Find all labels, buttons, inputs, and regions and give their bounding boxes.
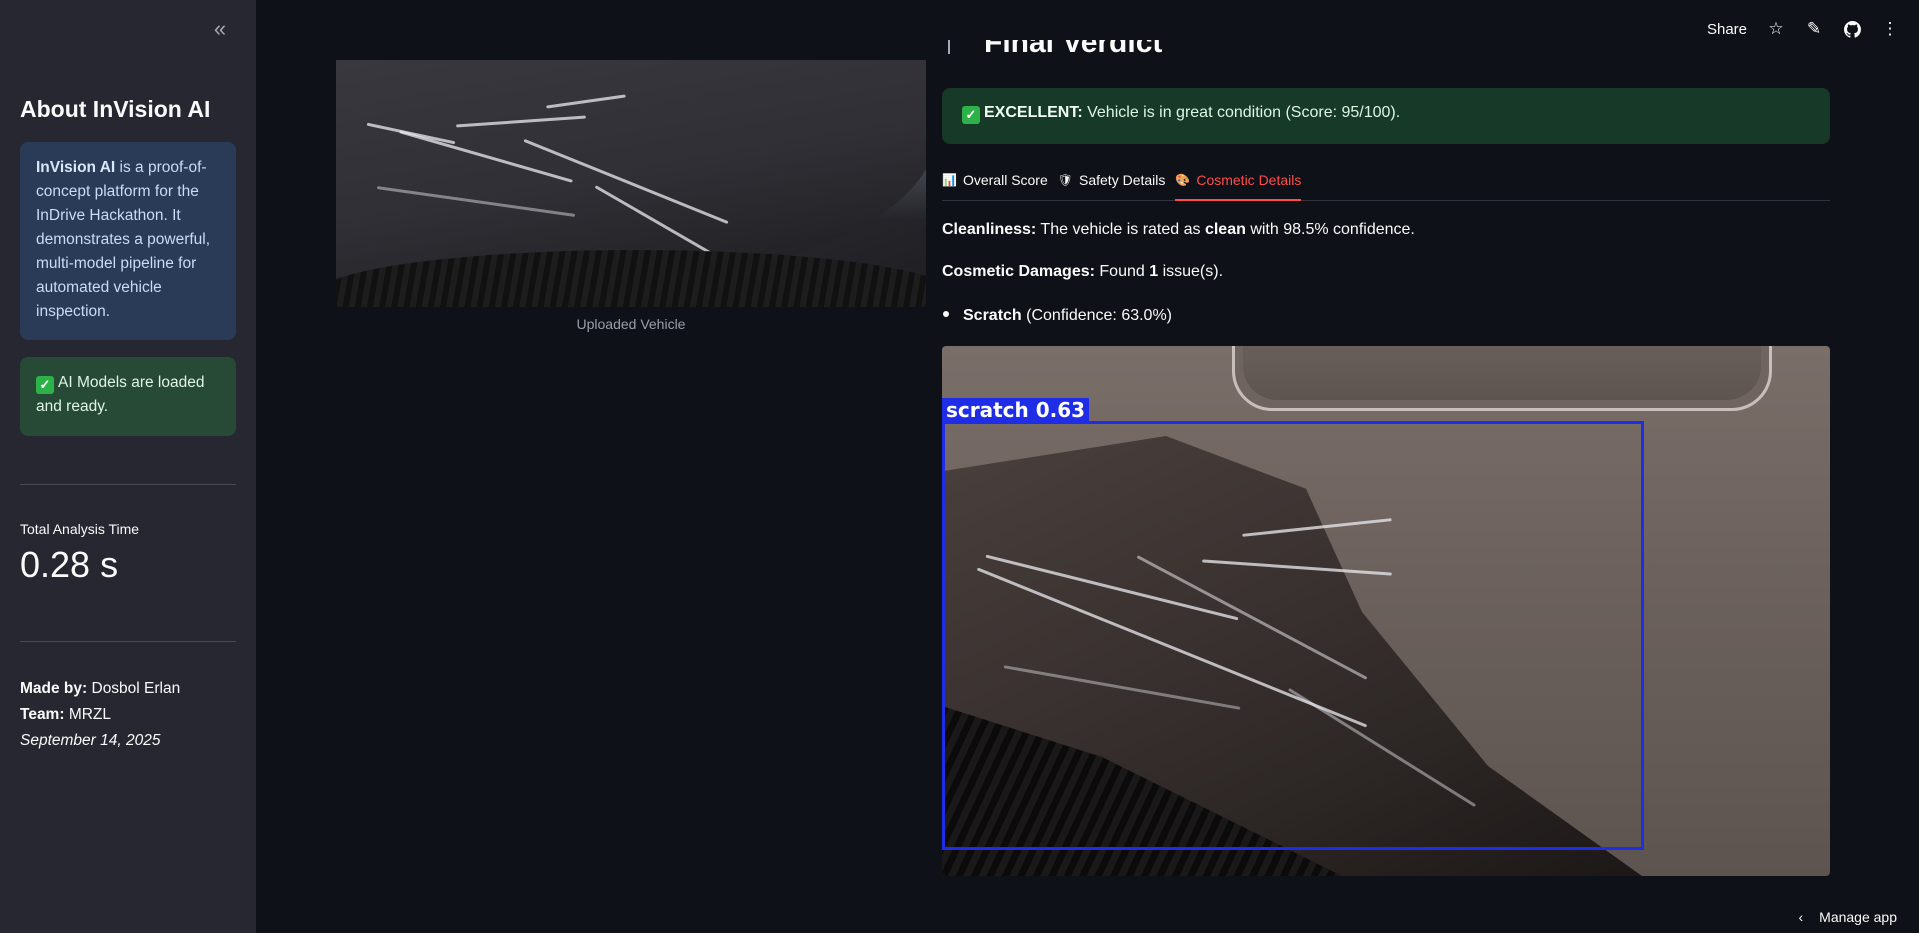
date: September 14, 2025 <box>20 732 161 749</box>
status-callout: ✓ AI Models are loaded and ready. <box>20 357 236 436</box>
divider <box>20 641 236 642</box>
info-callout: InVision AI is a proof-of-concept platfo… <box>20 142 236 340</box>
cleanliness-text: The vehicle is rated as <box>1036 221 1205 238</box>
shield-icon: 🛡 <box>1057 173 1073 187</box>
damages-count: 1 <box>1149 263 1159 280</box>
list-item: Scratch (Confidence: 63.0%) <box>943 307 1172 325</box>
share-button[interactable]: Share <box>1707 21 1747 38</box>
tab-label: Safety Details <box>1079 172 1166 188</box>
edit-icon[interactable]: ✎ <box>1805 19 1823 38</box>
detection-box <box>942 421 1644 850</box>
more-vertical-icon[interactable]: ⋮ <box>1881 19 1899 38</box>
damages-label: Cosmetic Damages: <box>942 263 1095 280</box>
tab-bar: 📊 Overall Score 🛡 Safety Details 🎨 Cosmetic… <box>942 166 1830 201</box>
made-by-label: Made by: <box>20 680 88 697</box>
chevron-double-left-icon[interactable]: « <box>208 18 232 42</box>
check-icon: ✓ <box>36 376 54 394</box>
verdict-callout: ✓ EXCELLENT: Vehicle is in great conditio… <box>942 88 1830 144</box>
toolbar: Share ☆ ✎ ⋮ <box>1707 16 1899 42</box>
detection-label: scratch 0.63 <box>942 398 1090 422</box>
info-text: is a proof-of-concept platform for the I… <box>36 159 211 320</box>
verdict-label: EXCELLENT: <box>984 104 1083 121</box>
heading-bar <box>948 40 950 54</box>
detection-image: scratch 0.63 <box>942 346 1830 876</box>
fuel-door <box>1232 346 1772 411</box>
bar-chart-icon: 📊 <box>942 173 957 187</box>
damage-name: Scratch <box>963 307 1022 324</box>
damages-text: Found <box>1094 263 1150 280</box>
metric-value: 0.28 s <box>20 544 119 585</box>
section-heading: Final Verdict <box>942 40 1342 60</box>
cleanliness-line: Cleanliness: The vehicle is rated as cle… <box>942 221 1415 239</box>
verdict-text: Vehicle is in great condition (Score: 95… <box>1082 104 1401 121</box>
chevron-left-icon: ‹ <box>1798 909 1804 925</box>
section-title: Final Verdict <box>984 40 1163 59</box>
team-label: Team: <box>20 706 65 723</box>
paint-icon: 🎨 <box>1175 173 1191 187</box>
uploaded-vehicle-image <box>336 60 926 307</box>
team-name: MRZL <box>64 706 112 723</box>
brand-name: InVision AI <box>36 159 116 176</box>
cleanliness-label: Cleanliness: <box>942 221 1037 238</box>
manage-app-button[interactable]: ‹ Manage app <box>1798 909 1897 925</box>
star-icon[interactable]: ☆ <box>1767 19 1785 38</box>
sidebar-title: About InVision AI <box>20 96 211 122</box>
image-caption: Uploaded Vehicle <box>576 316 686 332</box>
metric-label: Total Analysis Time <box>20 521 140 537</box>
damage-confidence: (Confidence: 63.0%) <box>1021 307 1173 324</box>
manage-app-label: Manage app <box>1819 909 1897 925</box>
author: Dosbol Erlan <box>87 680 181 697</box>
tab-label: Overall Score <box>962 172 1048 188</box>
status-text: AI Models are loaded and ready. <box>36 374 205 415</box>
bullet-dot <box>943 311 949 317</box>
cleanliness-confidence: with 98.5% confidence. <box>1245 221 1415 238</box>
damages-line: Cosmetic Damages: Found 1 issue(s). <box>942 263 1223 281</box>
tab-cosmetic-details[interactable]: 🎨 Cosmetic Details <box>1175 166 1302 201</box>
tab-label: Cosmetic Details <box>1196 172 1302 188</box>
cleanliness-value: clean <box>1204 221 1246 238</box>
check-icon: ✓ <box>962 106 980 124</box>
damages-suffix: issue(s). <box>1158 263 1224 280</box>
credits: Made by: Dosbol Erlan Team: MRZL Septemb… <box>20 676 180 754</box>
tab-safety-details[interactable]: 🛡 Safety Details <box>1058 166 1166 201</box>
sidebar: « About InVision AI InVision AI is a pro… <box>0 0 256 933</box>
github-icon[interactable] <box>1843 20 1861 38</box>
divider <box>20 484 236 485</box>
tab-overall-score[interactable]: 📊 Overall Score <box>942 166 1048 201</box>
